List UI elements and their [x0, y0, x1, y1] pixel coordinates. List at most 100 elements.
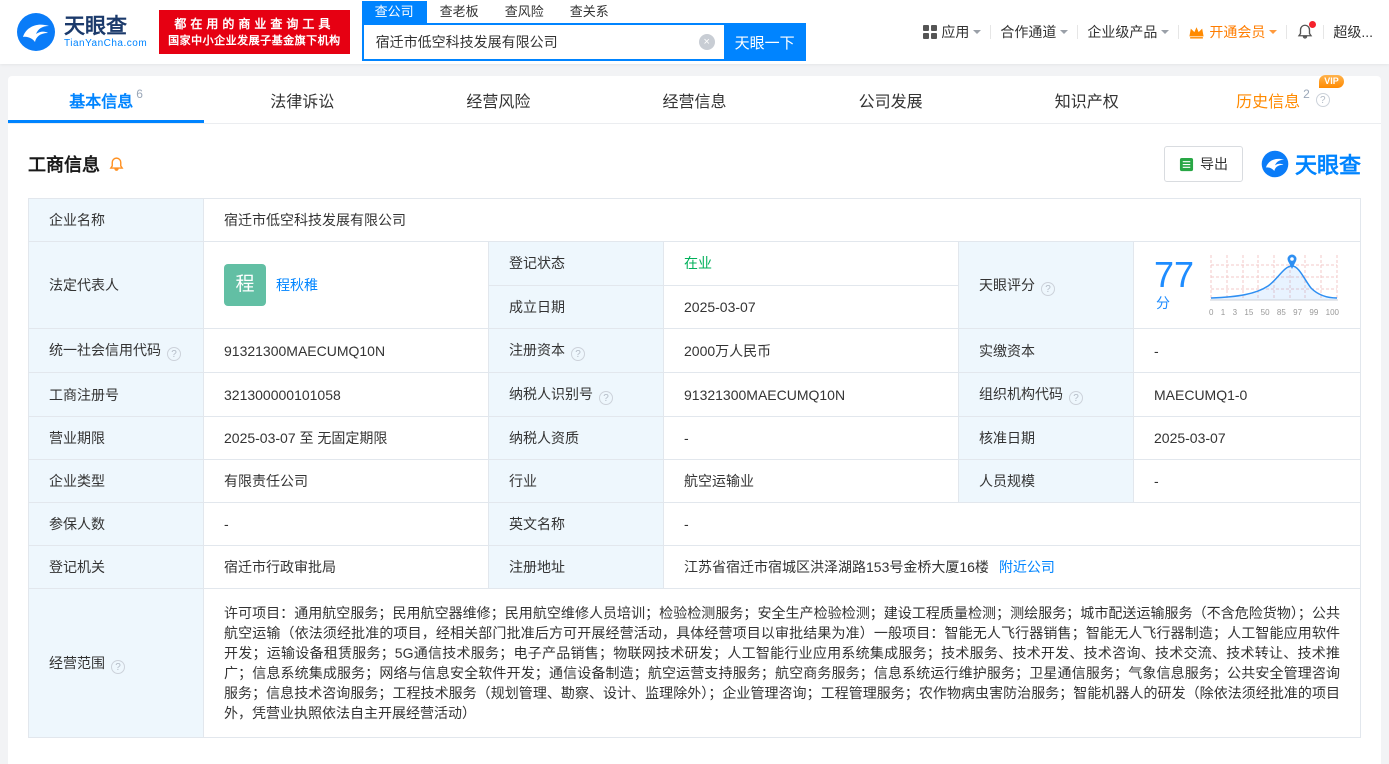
help-icon[interactable]	[1069, 391, 1083, 405]
banner-line2: 国家中小企业发展子基金旗下机构	[168, 34, 341, 47]
legal-rep-avatar[interactable]: 程	[224, 264, 266, 306]
menu-super-label: 超级...	[1333, 24, 1373, 40]
tab-legal-label: 法律诉讼	[270, 93, 335, 111]
top-menu: 应用 合作通道 企业级产品 开通会员 超级...	[923, 21, 1373, 42]
search-tab-risk[interactable]: 查风险	[492, 1, 557, 23]
tab-basic-label: 基本信息	[69, 93, 134, 111]
english-name-label: 英文名称	[488, 502, 664, 546]
logo-bird-icon	[1261, 150, 1289, 178]
tab-operating-risk[interactable]: 经营风险	[400, 76, 596, 123]
apps-grid-icon	[923, 25, 938, 39]
menu-vip-label: 开通会员	[1209, 24, 1266, 40]
tab-risk-label: 经营风险	[466, 93, 531, 111]
excel-export-icon	[1179, 157, 1194, 171]
table-row: 法定代表人 程 程秋稚 登记状态 在业 天眼评分? 77分 0 1 3 15 5…	[28, 241, 1361, 329]
score-chart[interactable]: 01 3 15 50 85 97 99 100	[1208, 253, 1340, 317]
help-icon[interactable]	[571, 347, 585, 361]
company-type-label: 企业类型	[28, 459, 204, 503]
help-icon[interactable]	[167, 347, 181, 361]
tianyancha-logo[interactable]: 天眼查 TianYanCha.com	[16, 12, 147, 52]
brand-name: 天眼查	[64, 14, 127, 38]
tab-operating-info[interactable]: 经营信息	[596, 76, 792, 123]
chevron-down-icon	[973, 30, 982, 38]
english-name-value: -	[663, 502, 1361, 546]
paid-capital-label: 实缴资本	[958, 328, 1134, 373]
top-header: 天眼查 TianYanCha.com 都在用的商业查询工具 国家中小企业发展子基…	[0, 0, 1389, 64]
taxpayer-no-value: 91321300MAECUMQ10N	[663, 372, 959, 417]
tab-development-label: 公司发展	[858, 93, 923, 111]
export-button[interactable]: 导出	[1163, 146, 1243, 182]
address-cell: 江苏省宿迁市宿城区洪泽湖路153号金桥大厦16楼 附近公司	[663, 545, 1361, 589]
menu-enterprise-label: 企业级产品	[1087, 24, 1158, 40]
search-tab-company[interactable]: 查公司	[361, 1, 427, 23]
search-button[interactable]: 天眼一下	[723, 23, 806, 61]
reg-status-label: 登记状态	[488, 241, 664, 286]
tab-legal-proceedings[interactable]: 法律诉讼	[204, 76, 400, 123]
registration-status[interactable]: 在业	[684, 255, 712, 271]
table-row: 统一社会信用代码 91321300MAECUMQ10N 注册资本 2000万人民…	[28, 328, 1361, 373]
table-row: 经营范围 许可项目：通用航空服务；民用航空器维修；民用航空维修人员培训；检验检测…	[28, 588, 1361, 738]
notification-bell[interactable]	[1296, 21, 1317, 41]
notification-dot	[1309, 21, 1317, 28]
section-header: 工商信息 导出 天眼查	[28, 146, 1361, 182]
staff-size-label: 人员规模	[958, 459, 1134, 503]
menu-cooperation-label: 合作通道	[1000, 24, 1057, 40]
table-row: 企业类型 有限责任公司 行业 航空运输业 人员规模 -	[28, 459, 1361, 503]
menu-apps[interactable]: 应用	[923, 22, 982, 42]
help-icon[interactable]	[111, 659, 125, 674]
paid-capital-value: -	[1133, 328, 1361, 373]
nearby-companies-link[interactable]: 附近公司	[999, 559, 1055, 575]
taxpayer-quality-value: -	[663, 416, 959, 460]
divider	[1286, 25, 1288, 39]
help-icon[interactable]	[599, 391, 613, 405]
tab-intellectual-property[interactable]: 知识产权	[989, 76, 1185, 123]
search-area: 查公司 查老板 查风险 查关系 天眼一下	[361, 1, 806, 63]
tab-history-info[interactable]: 历史信息 2 VIP	[1185, 74, 1381, 123]
divider	[990, 25, 992, 39]
reg-no-label: 工商注册号	[28, 372, 204, 417]
credit-code-label: 统一社会信用代码	[28, 328, 204, 373]
company-name-value: 宿迁市低空科技发展有限公司	[203, 198, 1361, 242]
legal-rep-label: 法定代表人	[28, 241, 204, 329]
brand-domain: TianYanCha.com	[64, 38, 148, 50]
tab-history-label: 历史信息	[1236, 93, 1301, 111]
table-row: 登记机关 宿迁市行政审批局 注册地址 江苏省宿迁市宿城区洪泽湖路153号金桥大厦…	[28, 545, 1361, 589]
tab-company-development[interactable]: 公司发展	[793, 76, 989, 123]
banner-line1: 都在用的商业查询工具	[174, 16, 335, 31]
insured-num-value: -	[203, 502, 489, 546]
business-scope-value: 许可项目：通用航空服务；民用航空器维修；民用航空维修人员培训；检验检测服务；安全…	[203, 588, 1361, 738]
divider	[1178, 25, 1180, 39]
monitor-bell-icon[interactable]	[108, 156, 125, 173]
menu-enterprise-products[interactable]: 企业级产品	[1087, 22, 1170, 42]
search-input[interactable]	[363, 34, 724, 50]
promo-banner: 都在用的商业查询工具 国家中小企业发展子基金旗下机构	[159, 9, 350, 55]
table-row: 营业期限 2025-03-07 至 无固定期限 纳税人资质 - 核准日期 202…	[28, 416, 1361, 460]
menu-open-vip[interactable]: 开通会员	[1188, 22, 1278, 42]
search-tab-relation[interactable]: 查关系	[557, 1, 622, 23]
reg-capital-label: 注册资本	[488, 328, 664, 373]
crown-icon	[1189, 26, 1204, 39]
help-icon[interactable]	[1315, 92, 1330, 107]
legal-rep-link[interactable]: 程秋稚	[276, 275, 318, 295]
approved-date-value: 2025-03-07	[1133, 416, 1361, 460]
score-unit: 分	[1156, 295, 1170, 311]
staff-size-value: -	[1133, 459, 1361, 503]
logo-bird-icon	[17, 13, 55, 51]
divider	[1077, 25, 1079, 39]
search-tab-boss[interactable]: 查老板	[427, 1, 492, 23]
est-date-label: 成立日期	[488, 284, 664, 329]
clear-search-icon[interactable]	[698, 34, 715, 50]
watermark-logo: 天眼查	[1261, 148, 1361, 180]
insured-num-label: 参保人数	[28, 502, 204, 546]
scope-label: 经营范围	[28, 588, 204, 738]
menu-cooperation[interactable]: 合作通道	[1000, 22, 1069, 42]
industry-value: 航空运输业	[663, 459, 959, 503]
reg-no-value: 321300000101058	[203, 372, 489, 417]
score-label: 天眼评分	[979, 276, 1035, 293]
tab-basic-info[interactable]: 基本信息 6	[8, 76, 205, 123]
watermark-brand-text: 天眼查	[1294, 153, 1361, 178]
org-code-value: MAECUMQ1-0	[1133, 372, 1361, 417]
authority-label: 登记机关	[28, 545, 204, 589]
menu-super-vip[interactable]: 超级...	[1333, 22, 1373, 42]
help-icon[interactable]	[1041, 281, 1055, 296]
